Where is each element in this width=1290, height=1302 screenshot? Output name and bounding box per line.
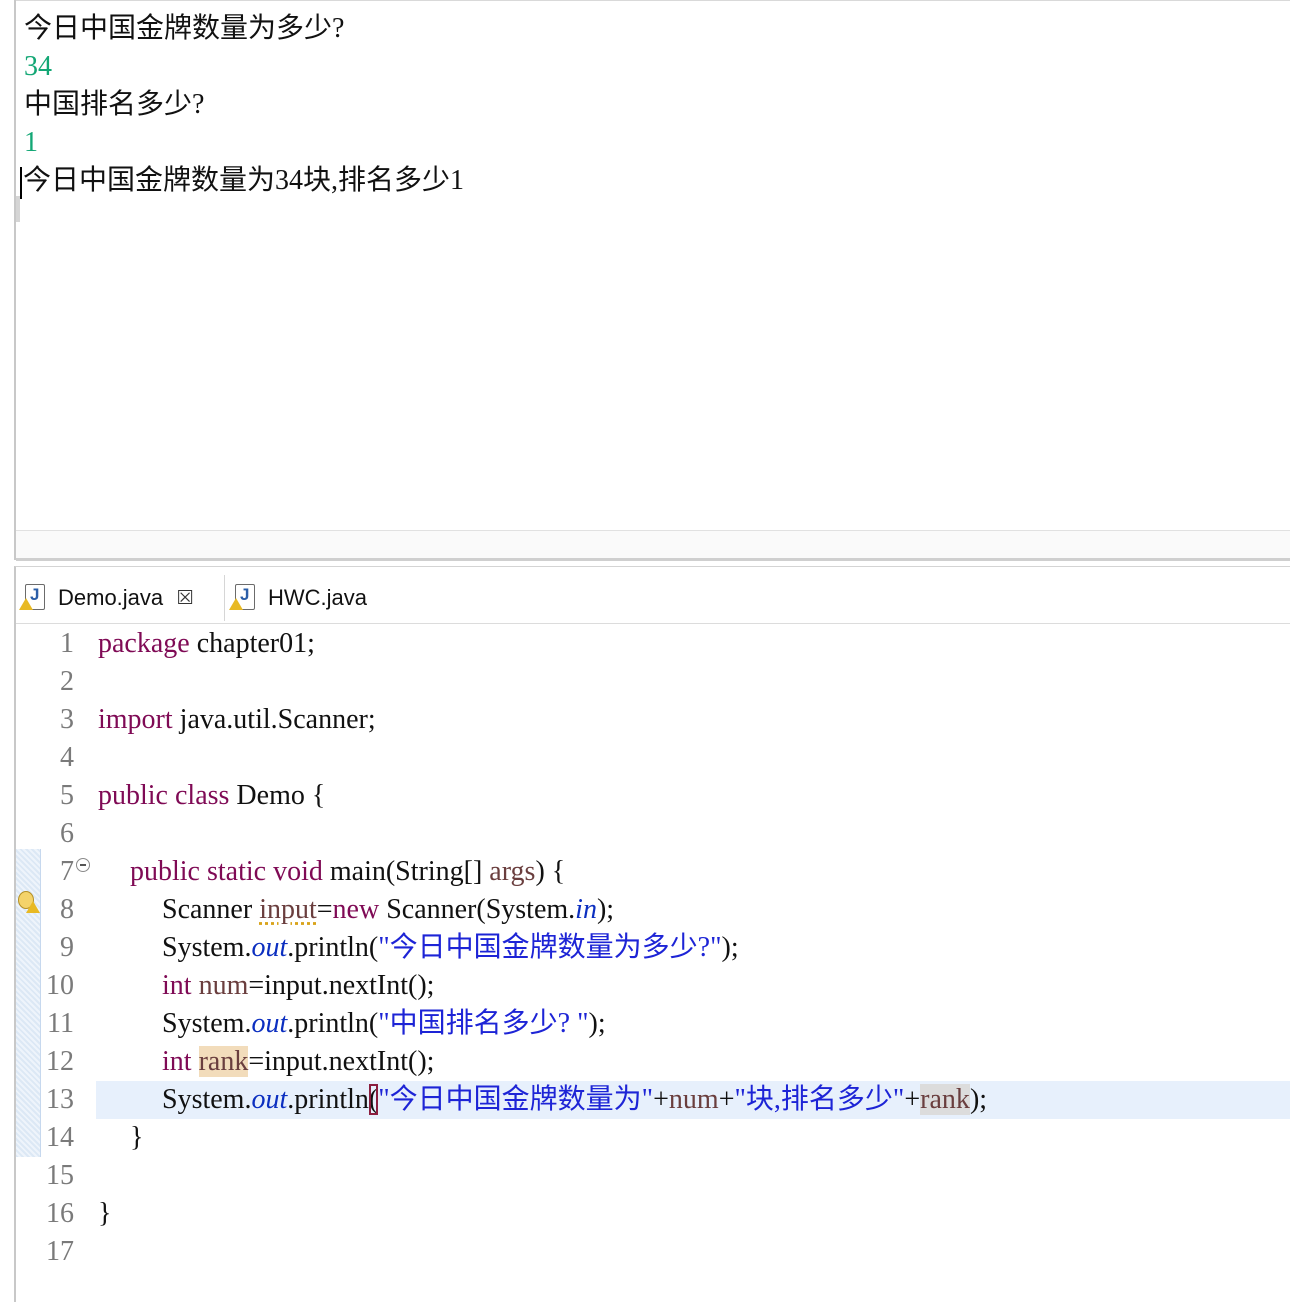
code-line[interactable]: 4 (16, 739, 1290, 777)
line-number: 5 (60, 780, 74, 811)
java-file-warning-icon: J (19, 584, 46, 612)
console-line: 中国排名多少? (24, 89, 205, 120)
console-bottom-border (16, 558, 1290, 561)
console-input-line: 1 (24, 127, 38, 158)
code-area[interactable]: 1 package chapter01; 2 3 import java.uti… (16, 625, 1290, 1271)
matching-bracket: ( (368, 1084, 379, 1115)
line-number: 3 (60, 704, 74, 735)
code-line[interactable]: 12 int rank=input.nextInt(); (16, 1043, 1290, 1081)
code-line[interactable]: 2 (16, 663, 1290, 701)
console-side-marker (16, 196, 20, 222)
console-output[interactable]: 今日中国金牌数量为多少? 34 中国排名多少? 1 今日中国金牌数量为34块,排… (20, 10, 1290, 200)
code-line[interactable]: 3 import java.util.Scanner; (16, 701, 1290, 739)
warning-variable: input (259, 894, 317, 925)
console-line-text: 今日中国金牌数量为34块,排名多少1 (23, 165, 465, 196)
ide-window: 今日中国金牌数量为多少? 34 中国排名多少? 1 今日中国金牌数量为34块,排… (0, 0, 1290, 1302)
code-line[interactable]: 17 (16, 1233, 1290, 1271)
tab-demo-java[interactable]: J Demo.java ⮽ (19, 575, 225, 621)
code-line[interactable]: 14 } (16, 1119, 1290, 1157)
code-line[interactable]: 8 Scanner input=new Scanner(System.in); (16, 891, 1290, 929)
occurrence-highlight: rank (920, 1084, 970, 1115)
line-number: 6 (60, 818, 74, 849)
occurrence-highlight: rank (198, 1046, 249, 1077)
code-line[interactable]: 5 public class Demo { (16, 777, 1290, 815)
java-file-warning-icon: J (229, 584, 256, 612)
collapse-icon[interactable] (76, 858, 90, 872)
tab-hwc-java[interactable]: J HWC.java (229, 575, 412, 621)
code-line[interactable]: 9 System.out.println("今日中国金牌数量为多少?"); (16, 929, 1290, 967)
line-number: 9 (60, 932, 74, 963)
current-code-line[interactable]: 13 System.out.println("今日中国金牌数量为"+num+"块… (16, 1081, 1290, 1119)
console-line-with-caret[interactable]: 今日中国金牌数量为34块,排名多少1 (20, 162, 1290, 200)
line-number: 1 (60, 628, 74, 659)
line-number: 17 (46, 1236, 74, 1267)
console-line: 今日中国金牌数量为多少? (24, 13, 345, 44)
code-line[interactable]: 11 System.out.println("中国排名多少? "); (16, 1005, 1290, 1043)
line-number: 8 (60, 894, 74, 925)
console-input-line: 34 (24, 51, 52, 82)
tab-label: Demo.java (58, 585, 164, 610)
console-view[interactable]: 今日中国金牌数量为多少? 34 中国排名多少? 1 今日中国金牌数量为34块,排… (14, 0, 1290, 561)
code-line[interactable]: 16 } (16, 1195, 1290, 1233)
code-line[interactable]: 6 (16, 815, 1290, 853)
code-line[interactable]: 7 public static void main(String[] args)… (16, 853, 1290, 891)
code-line[interactable]: 10 int num=input.nextInt(); (16, 967, 1290, 1005)
code-line[interactable]: 15 (16, 1157, 1290, 1195)
editor-tab-bar: J Demo.java ⮽ J HWC.java (16, 567, 1290, 624)
close-icon[interactable]: ⮽ (177, 587, 193, 610)
line-number: 10 (46, 970, 74, 1001)
console-top-border (16, 0, 1290, 4)
java-editor[interactable]: J Demo.java ⮽ J HWC.java 1 package chapt… (14, 566, 1290, 1302)
text-caret (20, 166, 22, 199)
code-line[interactable]: 1 package chapter01; (16, 625, 1290, 663)
line-number: 15 (46, 1160, 74, 1191)
console-horizontal-scrollbar[interactable] (16, 530, 1290, 559)
tab-label: HWC.java (268, 585, 368, 610)
line-number: 12 (46, 1046, 74, 1077)
line-number: 14 (46, 1122, 74, 1153)
line-number: 13 (46, 1084, 74, 1115)
line-number: 4 (60, 742, 74, 773)
line-number: 16 (46, 1198, 74, 1229)
line-number: 2 (60, 666, 74, 697)
line-number: 7 (60, 856, 74, 887)
line-number: 11 (47, 1008, 74, 1039)
